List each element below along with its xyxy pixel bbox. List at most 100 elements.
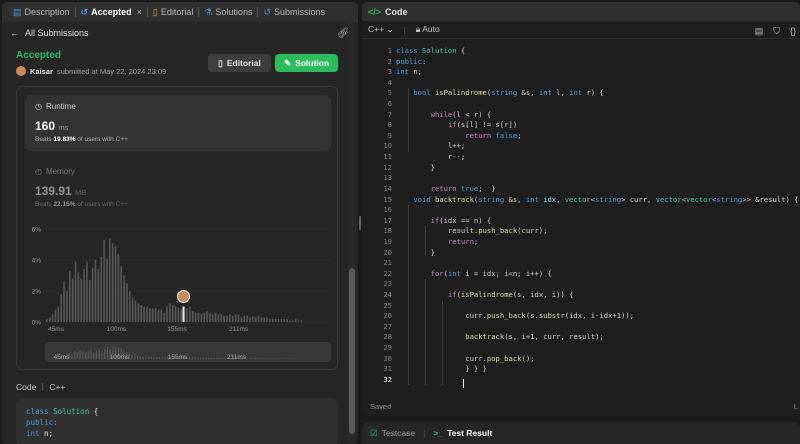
runtime-card[interactable]: ◷ Runtime 160 ms Beats 19.83% of users w… bbox=[25, 95, 331, 151]
language-select[interactable]: C++ ⌄ bbox=[368, 24, 394, 35]
avatar[interactable] bbox=[16, 66, 26, 76]
code-line[interactable]: curr.pop_back(); bbox=[396, 354, 796, 365]
histogram-bar bbox=[109, 238, 111, 322]
bookmark-icon[interactable]: ⛉ bbox=[773, 26, 780, 37]
arrow-left-icon: ← bbox=[10, 28, 19, 38]
histogram-bar bbox=[266, 317, 268, 322]
code-line[interactable]: } } } bbox=[396, 364, 796, 375]
code-line[interactable]: bool isPalindrome(string &s, int l, int … bbox=[396, 88, 796, 99]
code-line[interactable]: r--; bbox=[396, 152, 796, 163]
close-icon[interactable]: × bbox=[137, 7, 142, 17]
line-number: 17 bbox=[383, 215, 392, 225]
code-line[interactable] bbox=[396, 205, 796, 216]
scrollbar-thumb[interactable] bbox=[349, 268, 355, 434]
histogram-bar bbox=[166, 306, 168, 322]
histogram-bar bbox=[63, 281, 65, 322]
code-line[interactable]: } bbox=[396, 248, 796, 259]
histogram-bar bbox=[223, 315, 225, 322]
range-selector-chart[interactable]: 45ms 100ms 155ms 211ms bbox=[45, 342, 331, 362]
code-line[interactable] bbox=[396, 173, 796, 184]
code-line[interactable] bbox=[396, 322, 796, 333]
memory-card[interactable]: ◴ Memory 139.91 MB Beats 22.15% of users… bbox=[35, 167, 128, 208]
histogram-bar bbox=[217, 314, 220, 322]
histogram-bar bbox=[186, 308, 188, 322]
indent-guide bbox=[408, 205, 409, 385]
histogram-bar bbox=[226, 315, 228, 322]
code-line[interactable]: return false; bbox=[396, 131, 796, 142]
code-line[interactable]: } bbox=[396, 163, 796, 174]
code-line[interactable] bbox=[396, 99, 796, 110]
histogram-bar bbox=[246, 315, 248, 322]
histogram-bar bbox=[80, 278, 82, 322]
auto-mode[interactable]: 🔒︎ Auto bbox=[416, 24, 440, 35]
code-line[interactable] bbox=[396, 343, 796, 354]
mini-bar bbox=[263, 358, 265, 359]
code-line[interactable] bbox=[396, 78, 796, 89]
code-line[interactable]: for(int i = idx; i<n; i++) { bbox=[396, 269, 796, 280]
editorial-button[interactable]: ▯ Editorial bbox=[208, 54, 271, 72]
code-line[interactable]: if(idx == n) { bbox=[396, 216, 796, 227]
tab-accepted[interactable]: ↺ Accepted × bbox=[76, 2, 147, 22]
histogram-bar bbox=[83, 269, 85, 322]
histogram-bar bbox=[277, 318, 280, 322]
line-number: 12 bbox=[383, 162, 392, 172]
histogram-bar bbox=[111, 242, 114, 322]
line-number: 10 bbox=[383, 141, 392, 151]
performance-card: ◷ Runtime 160 ms Beats 19.83% of users w… bbox=[16, 86, 338, 370]
code-line[interactable] bbox=[396, 279, 796, 290]
code-content[interactable]: class Solution {public: int n; bool isPal… bbox=[396, 46, 799, 386]
tab-editorial[interactable]: ▯ Editorial bbox=[148, 2, 198, 22]
scrollbar[interactable] bbox=[348, 22, 356, 444]
code-line[interactable]: while(l < r) { bbox=[396, 110, 796, 121]
code-editor-panel: </> Code C++ ⌄ | 🔒︎ Auto ▤ ⛉ {} 12345678… bbox=[362, 2, 800, 416]
code-editor[interactable]: 1 2 3 4 5 6 7 8 9 10 11 12 13 14 15 16 17 18 19 20 21 22 23 24 2… bbox=[362, 46, 800, 394]
code-line[interactable]: curr.push_back(s.substr(idx, i-idx+1)); bbox=[396, 311, 796, 322]
code-line[interactable]: class Solution { bbox=[396, 46, 796, 57]
histogram-bar bbox=[229, 314, 231, 322]
editorial-button-label: Editorial bbox=[226, 58, 261, 68]
code-line[interactable]: int n; bbox=[396, 67, 796, 78]
all-submissions-link[interactable]: ← All Submissions bbox=[10, 28, 89, 38]
code-line[interactable]: return true; } bbox=[396, 184, 796, 195]
mini-bar bbox=[197, 357, 199, 359]
code-line[interactable]: backtrack(s, i+1, curr, result); bbox=[396, 332, 796, 343]
note-icon[interactable]: ▤ bbox=[755, 26, 764, 37]
submission-header: Accepted Kaisar submitted at May 22, 202… bbox=[16, 50, 166, 76]
mini-bar bbox=[257, 358, 259, 359]
code-line[interactable]: return; bbox=[396, 237, 796, 248]
tab-description[interactable]: ▤ Description bbox=[8, 2, 75, 22]
histogram-bar bbox=[203, 312, 205, 322]
code-line[interactable]: result.push_back(curr); bbox=[396, 226, 796, 237]
runtime-label: ◷ Runtime bbox=[35, 102, 321, 111]
braces-icon[interactable]: {} bbox=[790, 26, 796, 37]
histogram-bar bbox=[260, 317, 263, 322]
histogram-bar bbox=[91, 267, 94, 322]
code-line[interactable]: public: bbox=[396, 57, 796, 68]
solution-button[interactable]: ✎ Solution bbox=[275, 54, 338, 72]
mini-bar bbox=[136, 355, 139, 359]
editor-title: Code bbox=[385, 6, 408, 17]
tab-testcase[interactable]: ☑ Testcase bbox=[370, 428, 415, 439]
code-line[interactable] bbox=[396, 258, 796, 269]
beats-percent: 19.83% bbox=[53, 136, 76, 143]
histogram-bar bbox=[289, 320, 291, 322]
tab-submissions[interactable]: ↺ Submissions bbox=[258, 2, 330, 22]
code-line[interactable] bbox=[396, 301, 796, 312]
code-line[interactable]: l++; bbox=[396, 141, 796, 152]
mini-bar bbox=[87, 351, 89, 359]
resize-handle[interactable] bbox=[359, 216, 361, 230]
code-line[interactable]: if(s[l] != s[r]) bbox=[396, 120, 796, 131]
tab-solutions[interactable]: ⚗ Solutions bbox=[199, 2, 257, 22]
line-number: 16 bbox=[383, 205, 392, 215]
tab-test-result[interactable]: >_ Test Result bbox=[433, 428, 492, 438]
mini-bar bbox=[208, 357, 210, 359]
code-preview-line: int n; bbox=[26, 429, 54, 438]
runtime-distribution-chart[interactable]: 6% 4% 2% 0% 45ms 100ms 155ms 211ms bbox=[17, 219, 339, 335]
code-line[interactable]: void backtrack(string &s, int idx, vecto… bbox=[396, 195, 798, 206]
code-line[interactable] bbox=[396, 375, 796, 386]
histogram-bar bbox=[143, 306, 145, 322]
code-line[interactable]: if(isPalindrome(s, idx, i)) { bbox=[396, 290, 796, 301]
histogram-bar bbox=[103, 239, 105, 322]
username[interactable]: Kaisar bbox=[30, 67, 53, 76]
histogram-bar bbox=[189, 306, 191, 322]
